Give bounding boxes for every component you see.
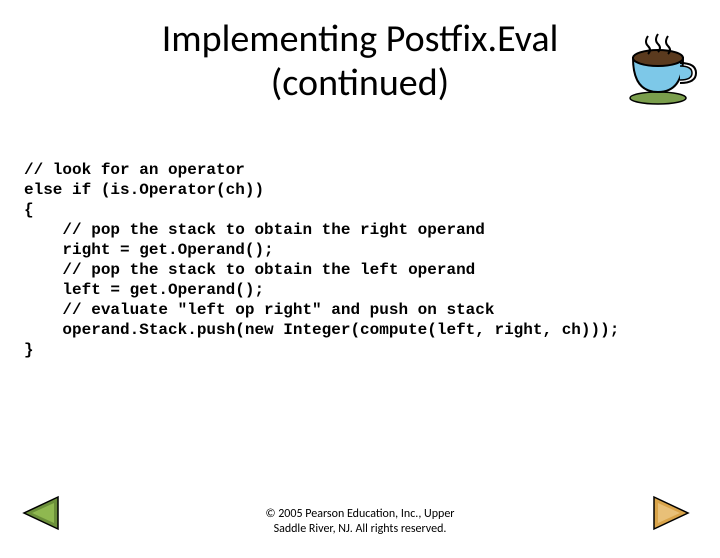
title-line-1: Implementing Postfix.Eval [0,18,720,62]
prev-arrow-icon[interactable] [18,491,62,540]
code-line: } [24,341,34,359]
code-line: // look for an operator [24,161,245,179]
coffee-cup-icon [618,28,698,108]
code-line: right = get.Operand(); [24,241,274,259]
copyright-footer: © 2005 Pearson Education, Inc., Upper Sa… [0,507,720,536]
footer-line-2: Saddle River, NJ. All rights reserved. [0,522,720,536]
code-line: // pop the stack to obtain the left oper… [24,261,475,279]
code-line: left = get.Operand(); [24,281,264,299]
title-line-2: (continued) [0,62,720,106]
footer-line-1: © 2005 Pearson Education, Inc., Upper [0,507,720,521]
page-title: Implementing Postfix.Eval (continued) [0,18,720,105]
code-line: operand.Stack.push(new Integer(compute(l… [24,321,619,339]
code-line: // pop the stack to obtain the right ope… [24,221,485,239]
code-line: // evaluate "left op right" and push on … [24,301,494,319]
code-line: { [24,201,34,219]
code-line: else if (is.Operator(ch)) [24,181,264,199]
next-arrow-icon[interactable] [650,491,694,540]
code-block: // look for an operator else if (is.Oper… [24,160,696,360]
